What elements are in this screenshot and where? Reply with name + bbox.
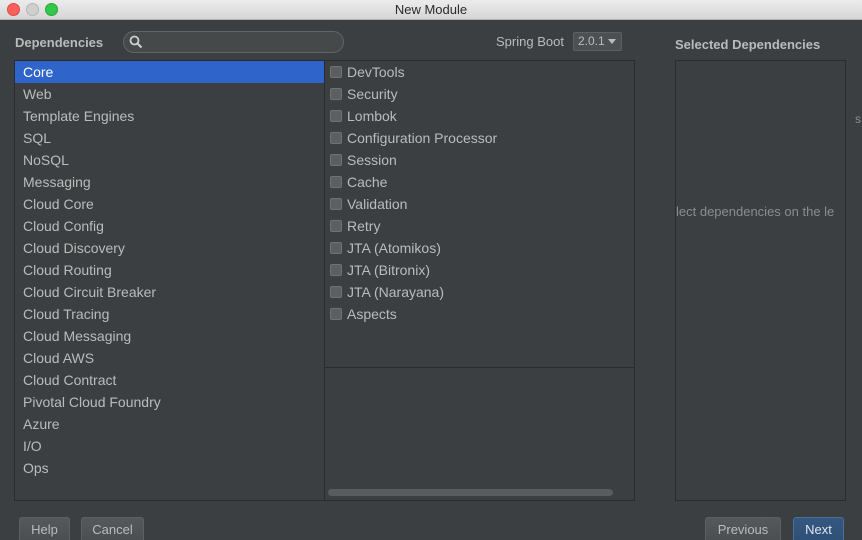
dependency-checkbox[interactable] [330,308,342,320]
dependency-item[interactable]: Aspects [325,303,634,325]
dependency-checkbox[interactable] [330,198,342,210]
dependency-label: Configuration Processor [347,130,498,146]
category-item[interactable]: Web [15,83,324,105]
category-item[interactable]: I/O [15,435,324,457]
dependency-item[interactable]: Validation [325,193,634,215]
dependency-item[interactable]: Security [325,83,634,105]
category-item[interactable]: Cloud Discovery [15,237,324,259]
dependency-checkbox[interactable] [330,242,342,254]
dependency-item[interactable]: Retry [325,215,634,237]
category-item[interactable]: Cloud Contract [15,369,324,391]
dependency-label: DevTools [347,64,405,80]
offscreen-text-fragment: s [855,112,861,126]
spring-boot-version-select[interactable]: 2.0.1 [573,32,622,51]
dependency-label: JTA (Atomikos) [347,240,441,256]
dependency-label: JTA (Bitronix) [347,262,430,278]
next-button[interactable]: Next [793,517,844,540]
category-list[interactable]: Core Web Template Engines SQL NoSQL Messaging… [14,60,325,501]
category-item[interactable]: Core [15,61,324,83]
help-button[interactable]: Help [19,517,70,540]
dependency-label: Aspects [347,306,397,322]
dependency-item[interactable]: JTA (Atomikos) [325,237,634,259]
dependency-checkbox[interactable] [330,132,342,144]
category-item[interactable]: Template Engines [15,105,324,127]
category-item[interactable]: Cloud AWS [15,347,324,369]
dependency-checkbox[interactable] [330,88,342,100]
dependency-item[interactable]: Lombok [325,105,634,127]
dependency-item[interactable]: JTA (Bitronix) [325,259,634,281]
dependency-label: Validation [347,196,408,212]
dependency-list: DevTools Security Lombok Configuration Proc… [325,61,634,325]
horizontal-scrollbar[interactable] [328,489,613,496]
category-item[interactable]: Cloud Routing [15,259,324,281]
dependency-checkbox[interactable] [330,154,342,166]
category-item[interactable]: Pivotal Cloud Foundry [15,391,324,413]
spring-boot-version-value: 2.0.1 [578,34,605,48]
dependency-checkbox[interactable] [330,176,342,188]
cancel-button[interactable]: Cancel [81,517,144,540]
category-item[interactable]: Ops [15,457,324,479]
search-box[interactable] [123,31,344,53]
dependency-label: Cache [347,174,388,190]
dependency-item[interactable]: Cache [325,171,634,193]
window-title: New Module [394,2,468,17]
dependency-checkbox[interactable] [330,110,342,122]
category-item[interactable]: Azure [15,413,324,435]
category-item[interactable]: Cloud Tracing [15,303,324,325]
category-item[interactable]: NoSQL [15,149,324,171]
category-item[interactable]: Cloud Messaging [15,325,324,347]
selected-dependencies-hint: lect dependencies on the le [676,204,835,219]
previous-button[interactable]: Previous [705,517,781,540]
category-item[interactable]: Cloud Core [15,193,324,215]
title-bar: New Module [0,0,862,20]
dependency-label: Session [347,152,397,168]
dependency-checkbox[interactable] [330,286,342,298]
dependency-item[interactable]: Configuration Processor [325,127,634,149]
dependency-checkbox[interactable] [330,264,342,276]
selected-dependencies-panel: lect dependencies on the le [675,60,846,501]
category-item[interactable]: Messaging [15,171,324,193]
category-item[interactable]: SQL [15,127,324,149]
dependency-checkbox[interactable] [330,220,342,232]
dependency-label: Retry [347,218,381,234]
spring-boot-label: Spring Boot [496,34,564,49]
category-item[interactable]: Cloud Config [15,215,324,237]
dependency-item[interactable]: Session [325,149,634,171]
search-icon [129,35,143,52]
search-input[interactable] [148,34,338,50]
dependency-label: JTA (Narayana) [347,284,444,300]
category-item[interactable]: Cloud Circuit Breaker [15,281,324,303]
dependency-checkbox[interactable] [330,66,342,78]
dependency-label: Lombok [347,108,397,124]
dependencies-label: Dependencies [15,35,104,50]
panel-divider [325,367,634,368]
dependency-item[interactable]: JTA (Narayana) [325,281,634,303]
dependency-item[interactable]: DevTools [325,61,634,83]
dependency-label: Security [347,86,398,102]
chevron-down-icon [608,39,616,44]
dependency-panel: DevTools Security Lombok Configuration Proc… [325,60,635,501]
selected-dependencies-label: Selected Dependencies [675,37,821,52]
